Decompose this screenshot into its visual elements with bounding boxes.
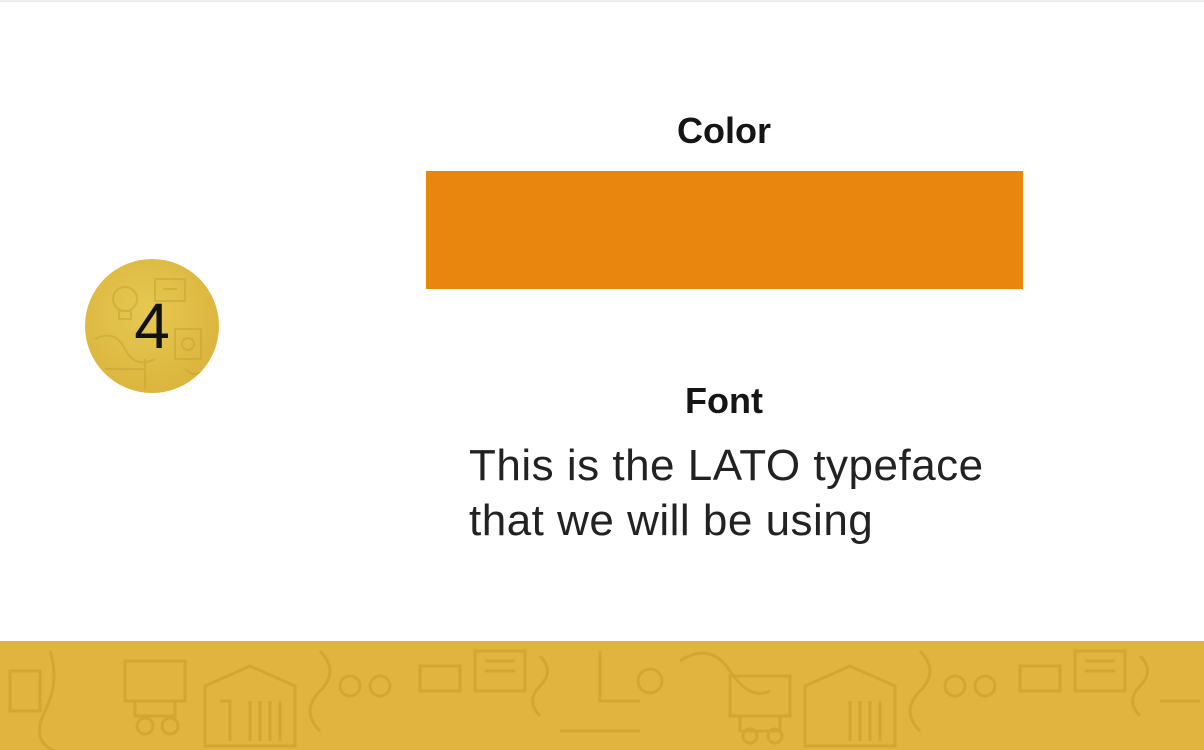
font-sample-line: This is the LATO typeface: [469, 441, 984, 490]
footer-doodle-pattern: [8, 649, 1200, 750]
color-heading: Color: [677, 110, 771, 151]
footer-band: [0, 641, 1204, 750]
font-heading: Font: [685, 380, 763, 421]
color-swatch: [426, 171, 1023, 289]
top-divider: [0, 0, 1204, 2]
step-number-badge: 4: [85, 259, 219, 393]
font-sample-line: that we will be using: [469, 496, 874, 545]
font-sample-text: This is the LATO typeface that we will b…: [469, 438, 1109, 548]
step-number: 4: [134, 290, 170, 362]
